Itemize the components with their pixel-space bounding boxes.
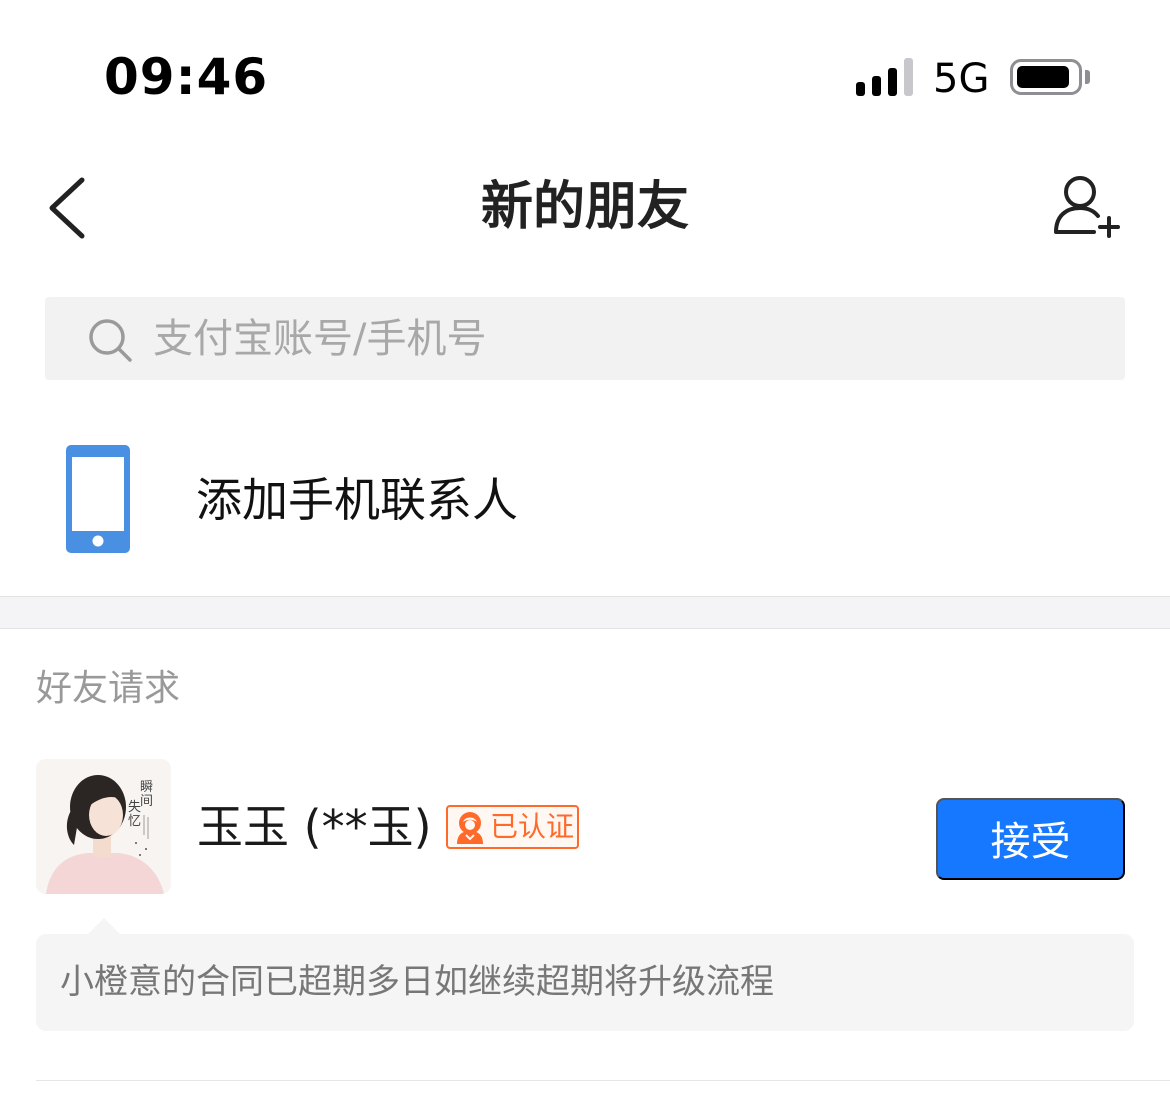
request-name: 玉玉 (**玉) xyxy=(197,800,432,854)
battery-cap xyxy=(1085,70,1090,84)
row-divider xyxy=(36,1080,1170,1081)
signal-bars-icon xyxy=(856,58,914,96)
network-type: 5G xyxy=(933,56,990,102)
svg-text:间: 间 xyxy=(140,794,153,809)
battery-icon xyxy=(1010,59,1082,95)
friend-requests-heading: 好友请求 xyxy=(36,668,181,709)
add-phone-contacts-row[interactable] xyxy=(0,420,1170,590)
phone-icon xyxy=(66,445,130,553)
add-friend-button[interactable] xyxy=(1046,172,1126,244)
section-divider xyxy=(0,596,1170,629)
svg-text:失: 失 xyxy=(128,800,141,815)
page-title: 新的朋友 xyxy=(480,177,689,237)
add-phone-contacts-label: 添加手机联系人 xyxy=(196,473,518,527)
message-bubble-arrow xyxy=(88,918,120,934)
search-icon xyxy=(86,316,134,364)
avatar[interactable]: 瞬 间 失 忆 xyxy=(36,759,171,894)
search-input[interactable] xyxy=(153,305,1053,373)
request-message: 小橙意的合同已超期多日如继续超期将升级流程 xyxy=(60,962,774,1002)
svg-text:瞬: 瞬 xyxy=(140,780,153,795)
verified-person-icon xyxy=(453,810,487,844)
svg-text:忆: 忆 xyxy=(128,813,141,829)
accept-button[interactable]: 接受 xyxy=(936,798,1125,880)
verified-badge-label: 已认证 xyxy=(490,810,575,843)
status-time: 09:46 xyxy=(104,48,269,106)
add-user-icon xyxy=(1054,176,1120,238)
